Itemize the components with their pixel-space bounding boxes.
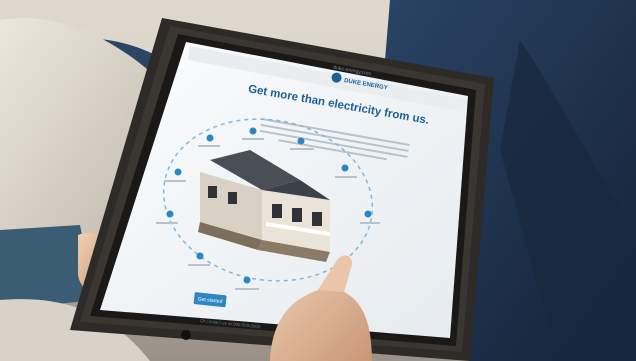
- photo-canvas: duke-energy.com DUKE ENERGY Get more tha…: [0, 0, 636, 361]
- service-icon-1[interactable]: [206, 134, 214, 142]
- service-icon-7[interactable]: [166, 210, 174, 218]
- photo-stage: duke-energy.com DUKE ENERGY Get more tha…: [0, 0, 636, 361]
- service-icon-2[interactable]: [249, 127, 257, 135]
- service-icon-8[interactable]: [196, 252, 204, 260]
- service-icon-5[interactable]: [364, 210, 372, 218]
- service-icon-6[interactable]: [174, 168, 182, 176]
- service-icon-3[interactable]: [297, 137, 305, 145]
- service-icon-9[interactable]: [243, 276, 251, 284]
- home-button[interactable]: [181, 330, 191, 340]
- service-icon-4[interactable]: [341, 164, 349, 172]
